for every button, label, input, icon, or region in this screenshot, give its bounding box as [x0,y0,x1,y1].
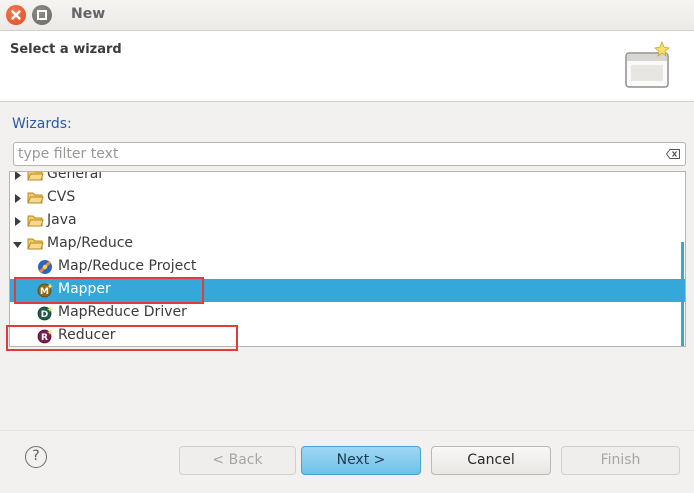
open-folder-icon [27,238,44,250]
collapse-arrow-icon[interactable] [13,241,22,249]
filter-input[interactable] [18,144,658,164]
svg-text:D: D [41,310,48,320]
back-button[interactable]: < Back [179,446,296,475]
wizard-header: Select a wizard [0,31,694,102]
tree-item-map-reduce-project[interactable]: Map/Reduce Project [10,256,685,279]
expand-arrow-icon[interactable] [14,217,22,226]
maximize-window-button[interactable] [32,5,52,25]
tree-item-label: General [47,171,103,182]
new-wizard-banner-icon [625,40,670,88]
cancel-button[interactable]: Cancel [431,446,551,475]
map-reduce-project-icon [38,260,52,274]
maximize-icon [37,10,47,20]
finish-button[interactable]: Finish [561,446,680,475]
window-title: New [71,6,106,22]
highlight-box-reducer [6,325,238,351]
wizards-label: Wizards: [12,116,72,132]
wizard-tree[interactable]: General CVS Java Map/Reduce Map/Reduce P… [9,171,686,347]
folder-icon [27,215,44,227]
highlight-box-mapper [14,277,204,304]
tree-item-label: CVS [47,189,76,205]
tree-item-cvs[interactable]: CVS [10,187,685,210]
footer-divider [0,430,694,431]
next-button[interactable]: Next > [301,446,421,475]
tree-item-map-reduce[interactable]: Map/Reduce [10,233,685,256]
help-icon[interactable]: ? [25,446,47,468]
tree-item-java[interactable]: Java [10,210,685,233]
tree-item-general[interactable]: General [10,171,685,187]
folder-icon [27,192,44,204]
expand-arrow-icon[interactable] [14,194,22,203]
title-bar: New [0,0,694,31]
tree-item-mapreduce-driver[interactable]: D MapReduce Driver [10,302,685,325]
driver-icon: D [37,306,53,321]
folder-icon [27,172,44,181]
close-window-button[interactable] [6,5,26,25]
close-icon [11,10,21,20]
page-title: Select a wizard [10,42,122,57]
tree-scrollbar[interactable] [681,242,684,346]
tree-item-label: MapReduce Driver [58,304,187,320]
tree-item-label: Map/Reduce [47,235,134,251]
filter-box [13,142,686,166]
expand-arrow-icon[interactable] [14,171,22,180]
clear-filter-icon[interactable] [666,149,680,159]
tree-item-label: Map/Reduce Project [58,258,197,274]
tree-item-label: Java [47,212,77,228]
